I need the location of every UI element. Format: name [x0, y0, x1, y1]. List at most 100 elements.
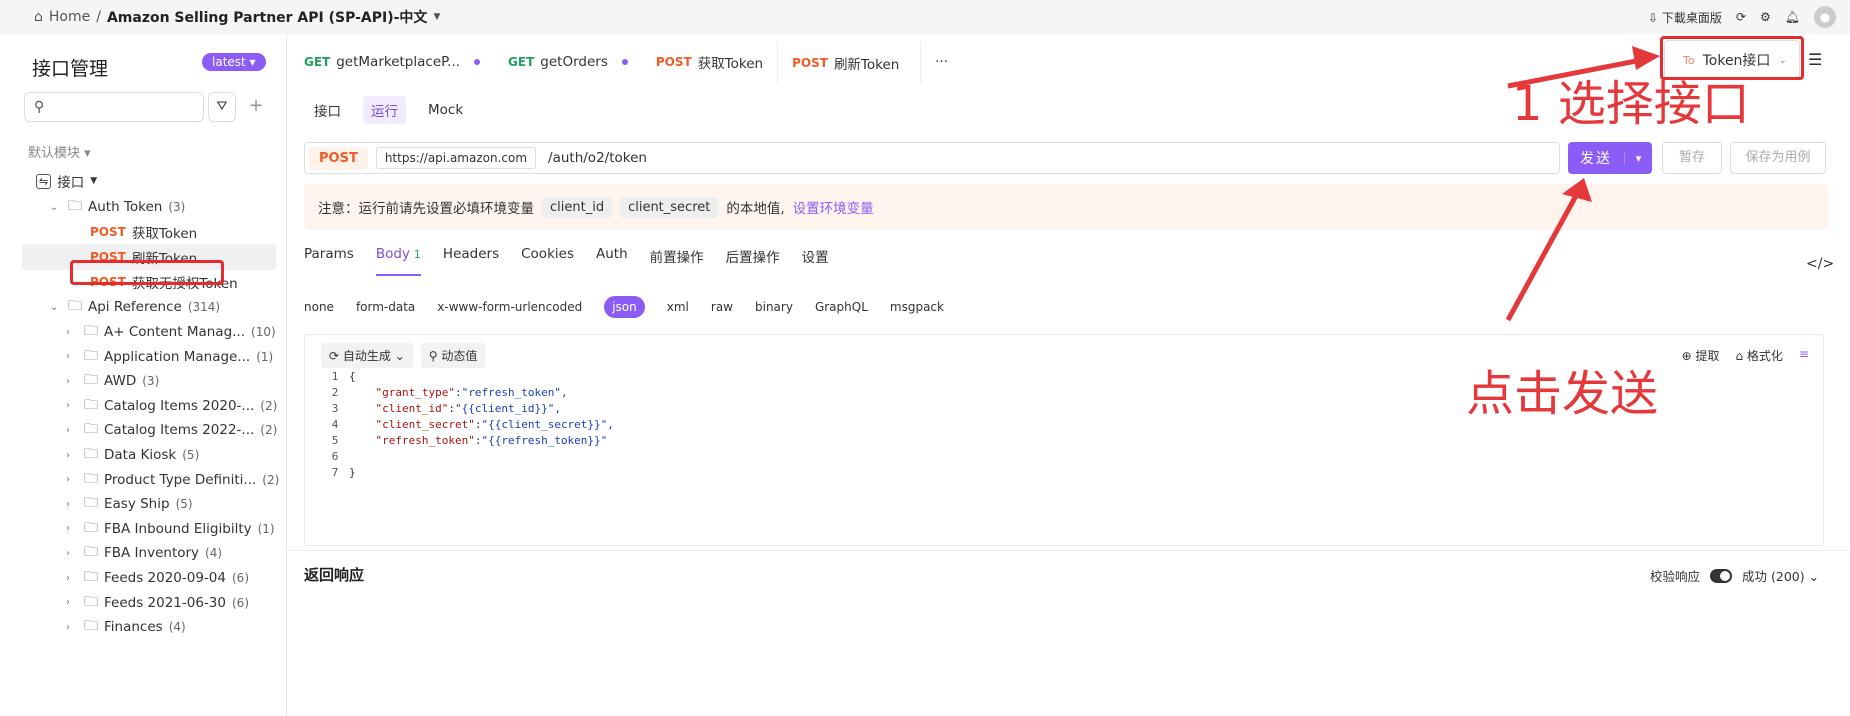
format-label: 格式化: [1746, 349, 1783, 363]
body-type-graphql[interactable]: GraphQL: [815, 300, 868, 314]
body-type-urlencoded[interactable]: x-www-form-urlencoded: [437, 300, 582, 314]
method-badge: GET: [304, 55, 331, 69]
folder-item[interactable]: › 🗀 AWD (3): [66, 368, 159, 394]
body-type-json[interactable]: json: [604, 296, 645, 318]
body-type-raw[interactable]: raw: [711, 300, 733, 314]
send-button[interactable]: 发送 ▾: [1568, 142, 1652, 174]
gear-icon[interactable]: ⚙: [1760, 10, 1771, 24]
tab-refresh-token[interactable]: POST 刷新Token: [777, 40, 922, 84]
dynamic-value-button[interactable]: ⚲ 动态值: [420, 343, 486, 368]
folder-item[interactable]: › 🗀 Easy Ship (5): [66, 491, 193, 517]
status-selector[interactable]: 成功 (200) ⌄: [1742, 566, 1819, 585]
chevron-right-icon: ›: [66, 449, 70, 461]
save-button[interactable]: 暂存: [1662, 142, 1722, 174]
method-selector[interactable]: POST: [309, 146, 368, 170]
tab-mock[interactable]: Mock: [420, 98, 471, 122]
tab-auth[interactable]: Auth: [596, 246, 628, 276]
body-type-none[interactable]: none: [304, 300, 334, 314]
folder-item[interactable]: › 🗀 Feeds 2021-06-30 (6): [66, 590, 249, 616]
folder-icon: 🗀: [84, 544, 98, 561]
add-button[interactable]: +: [242, 92, 270, 122]
chevron-down-icon[interactable]: ▾: [1624, 151, 1652, 165]
module-selector[interactable]: 默认模块 ▾: [28, 142, 91, 161]
folder-api-reference[interactable]: ⌄ 🗀 Api Reference (314): [50, 294, 220, 320]
tab-cookies[interactable]: Cookies: [521, 246, 574, 276]
search-input[interactable]: ⚲: [24, 92, 204, 122]
folder-item[interactable]: › 🗀 Catalog Items 2022-... (2): [66, 417, 277, 443]
body-type-selector: none form-data x-www-form-urlencoded jso…: [304, 296, 944, 318]
folder-item[interactable]: › 🗀 Feeds 2020-09-04 (6): [66, 565, 249, 591]
folder-label: Catalog Items 2020-...: [104, 397, 255, 414]
home-icon[interactable]: ⌂: [34, 9, 43, 25]
wrap-icon[interactable]: ≡: [1799, 347, 1809, 364]
menu-icon[interactable]: ☰: [1808, 50, 1822, 69]
home-link[interactable]: Home: [49, 9, 90, 25]
set-env-link[interactable]: 设置环境变量: [793, 197, 874, 217]
avatar[interactable]: ●: [1814, 6, 1836, 28]
folder-item[interactable]: › 🗀 Catalog Items 2020-... (2): [66, 393, 277, 419]
project-title[interactable]: Amazon Selling Partner API (SP-API)-中文: [107, 7, 427, 27]
tab-post-actions[interactable]: 后置操作: [726, 246, 780, 276]
body-type-form-data[interactable]: form-data: [356, 300, 415, 314]
tab-label: 刷新Token: [833, 57, 900, 73]
download-desktop-button[interactable]: ⇩ 下載桌面版: [1648, 9, 1722, 26]
folder-item[interactable]: › 🗀 FBA Inbound Eligibilty (1): [66, 516, 275, 542]
line-number: 2: [331, 386, 339, 399]
json-value: "{{refresh_token}}": [481, 434, 608, 447]
format-button[interactable]: ⌂ 格式化: [1735, 347, 1782, 364]
folder-item[interactable]: › 🗀 Data Kiosk (5): [66, 442, 199, 468]
method-badge: GET: [508, 55, 535, 69]
chevron-right-icon: ›: [66, 326, 70, 338]
tab-run[interactable]: 运行: [363, 96, 406, 124]
status-label: 成功 (200): [1742, 569, 1805, 584]
folder-label: AWD: [104, 373, 137, 390]
extract-button[interactable]: ⊕ 提取: [1682, 347, 1720, 364]
url-bar[interactable]: POST https://api.amazon.com /auth/o2/tok…: [304, 142, 1560, 174]
validate-toggle[interactable]: [1710, 568, 1733, 583]
code-line: 1{: [321, 369, 614, 385]
body-type-msgpack[interactable]: msgpack: [890, 300, 944, 314]
refresh-icon[interactable]: ⟳: [1736, 10, 1746, 24]
bell-icon[interactable]: 🔔︎: [1785, 10, 1800, 24]
save-as-case-button[interactable]: 保存为用例: [1730, 142, 1826, 174]
method-badge: POST: [792, 56, 828, 70]
tab-pre-actions[interactable]: 前置操作: [650, 246, 704, 276]
search-icon: ⚲: [34, 99, 45, 115]
tab-label: getMarketplaceP...: [336, 54, 461, 70]
folder-item[interactable]: › 🗀 Finances (4): [66, 614, 186, 640]
tab-params[interactable]: Params: [304, 246, 354, 276]
folder-count: (3): [142, 374, 160, 389]
more-tabs-icon[interactable]: ···: [921, 40, 962, 84]
body-type-binary[interactable]: binary: [755, 300, 793, 314]
tab-get-token[interactable]: POST 获取Token: [642, 40, 777, 84]
code-icon[interactable]: </>: [1806, 256, 1834, 272]
chevron-right-icon: ›: [66, 597, 70, 609]
folder-item[interactable]: › 🗀 FBA Inventory (4): [66, 540, 222, 566]
folder-item[interactable]: › 🗀 Product Type Definiti... (2): [66, 467, 279, 493]
chevron-right-icon: ›: [66, 547, 70, 559]
tree-root[interactable]: ⇋ 接口 ▼: [36, 168, 97, 194]
folder-auth-token[interactable]: ⌄ 🗀 Auth Token (3): [50, 194, 185, 220]
tab-get-marketplace[interactable]: GET getMarketplaceP...: [290, 40, 494, 84]
folder-item[interactable]: › 🗀 Application Manage... (1): [66, 344, 273, 370]
folder-item[interactable]: › 🗀 A+ Content Manag... (10): [66, 319, 276, 345]
base-url[interactable]: https://api.amazon.com: [375, 147, 537, 169]
tab-get-orders[interactable]: GET getOrders: [494, 40, 642, 84]
url-path-input[interactable]: /auth/o2/token: [548, 150, 647, 166]
folder-icon: 🗀: [68, 198, 82, 214]
filter-button[interactable]: ⛛: [208, 92, 236, 122]
auto-generate-button[interactable]: ⟳ 自动生成 ⌄: [321, 343, 413, 368]
version-selector[interactable]: latest ▾: [202, 53, 266, 71]
breadcrumb-separator: /: [96, 9, 101, 25]
tab-headers[interactable]: Headers: [443, 246, 499, 276]
folder-label: Easy Ship: [104, 496, 170, 513]
env-notice: 注意：运行前请先设置必填环境变量 client_id client_secret…: [304, 184, 1828, 230]
body-type-xml[interactable]: xml: [667, 300, 689, 314]
method-badge: POST: [90, 225, 126, 239]
tab-body[interactable]: Body 1: [375, 246, 421, 276]
api-item-get-token[interactable]: POST 获取Token: [90, 219, 197, 245]
chevron-down-icon[interactable]: ▼: [433, 12, 440, 22]
tab-interface[interactable]: 接口: [306, 96, 349, 124]
tab-settings[interactable]: 设置: [802, 246, 829, 276]
folder-count: (3): [168, 200, 186, 214]
